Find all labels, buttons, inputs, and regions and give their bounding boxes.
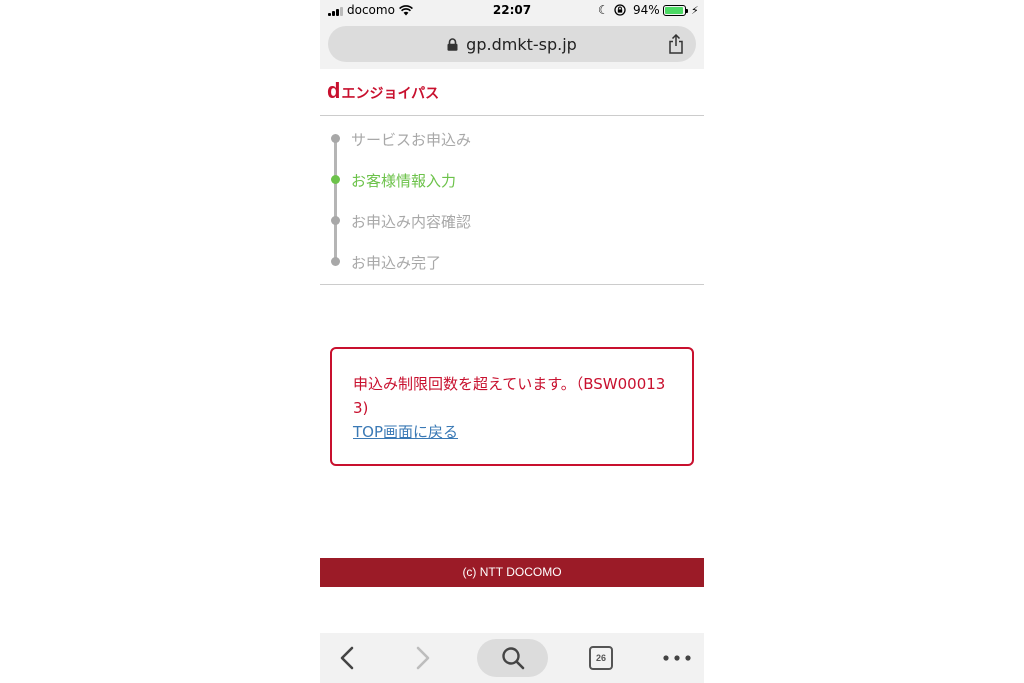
bolt-icon: ⚡ [691,4,699,17]
step-label: お申込み内容確認 [351,213,472,231]
site-header: d エンジョイパス [320,69,704,116]
footer-copyright: (c) NTT DOCOMO [462,565,562,579]
search-button[interactable] [477,639,548,677]
step-item: お客様情報入力 [320,168,704,192]
site-logo[interactable]: d エンジョイパス [327,78,440,103]
forward-icon [416,646,430,670]
more-button[interactable] [660,633,694,683]
search-icon [501,647,524,670]
forward-button[interactable] [408,633,438,683]
share-icon[interactable] [668,34,684,54]
step-dot [331,216,340,225]
step-item: お申込み完了 [320,250,704,274]
more-icon [663,655,691,661]
site-footer: (c) NTT DOCOMO [320,558,704,587]
step-dot [331,257,340,266]
step-label: サービスお申込み [351,131,472,149]
back-button[interactable] [332,633,362,683]
logo-d-mark: d [327,78,341,103]
phone-screen: docomo 22:07 ☾ 94% ⚡ gp.dmkt-sp.jp d エンジ… [320,0,704,683]
error-message: 申込み制限回数を超えています。（BSW000133) [353,375,666,417]
moon-icon: ☾ [598,3,609,17]
battery-percent: 94% [633,3,660,17]
battery-icon [663,5,688,16]
logo-text: エンジョイパス [341,86,440,102]
address-content: gp.dmkt-sp.jp [328,26,696,62]
back-icon [340,646,354,670]
tabs-icon: 26 [589,646,613,670]
rotation-lock-icon [614,4,626,16]
lock-icon [447,37,458,51]
steps-connector-line [334,139,337,263]
error-box: 申込み制限回数を超えています。（BSW000133) TOP画面に戻る [330,347,694,466]
status-bar: docomo 22:07 ☾ 94% ⚡ [320,0,704,22]
step-label: お客様情報入力 [351,172,457,190]
step-item: お申込み内容確認 [320,209,704,233]
browser-toolbar: 26 [320,633,704,683]
step-dot [331,134,340,143]
browser-header: gp.dmkt-sp.jp [320,22,704,69]
url-text: gp.dmkt-sp.jp [466,34,577,54]
step-dot [331,175,340,184]
progress-steps: サービスお申込み お客様情報入力 お申込み内容確認 お申込み完了 [320,116,704,285]
step-label: お申込み完了 [351,254,442,272]
address-bar[interactable]: gp.dmkt-sp.jp [328,26,696,62]
top-page-link[interactable]: TOP画面に戻る [353,420,458,444]
step-item: サービスお申込み [320,127,704,151]
tabs-button[interactable]: 26 [586,633,616,683]
